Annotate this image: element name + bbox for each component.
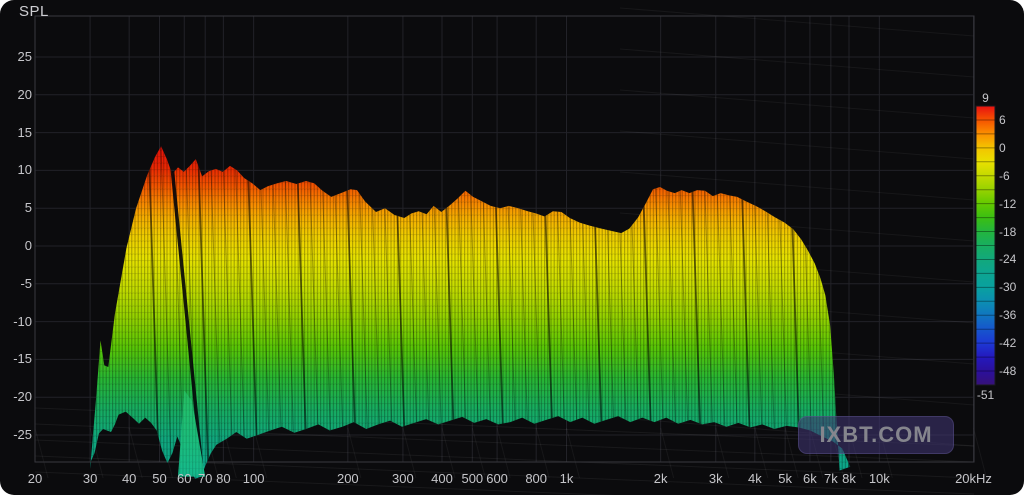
x-tick-label: 50 [152,472,166,486]
x-tick-label: 200 [337,472,359,486]
x-tick-label: 30 [83,472,97,486]
x-tick-label: 8k [842,472,856,486]
x-tick-label: 20 [28,472,42,486]
colorbar-min-label: -51 [977,388,994,402]
x-tick-label: 3k [709,472,723,486]
x-tick-label: 40 [122,472,136,486]
y-tick-label: -10 [4,315,32,329]
y-axis-title: SPL [19,5,49,19]
colorbar-tick-label: -30 [999,280,1016,294]
y-tick-label: -20 [4,390,32,404]
x-tick-label: 80 [216,472,230,486]
x-tick-label: 800 [525,472,547,486]
colorbar-tick-label: 6 [999,113,1006,127]
x-tick-label: 600 [486,472,508,486]
y-tick-label: -15 [4,352,32,366]
spectrogram-panel: SPL 2520151050-5-10-15-20-25203040506070… [0,0,1024,495]
colorbar-tick-label: -24 [999,252,1016,266]
y-tick-label: -25 [4,428,32,442]
watermark-text: IXBT.COM [819,422,932,448]
x-tick-label: 100 [243,472,265,486]
colorbar-tick-label: -48 [999,364,1016,378]
colorbar-tick-label: -18 [999,225,1016,239]
x-tick-label: 7k [824,472,838,486]
colorbar-tick-label: -6 [999,169,1010,183]
x-tick-label: 300 [392,472,414,486]
y-tick-label: 25 [4,50,32,64]
x-tick-label: 5k [778,472,792,486]
x-tick-label: 2k [654,472,668,486]
ixbt-watermark: IXBT.COM [798,416,954,454]
colorbar-tick-label: -42 [999,336,1016,350]
x-tick-label: 400 [431,472,453,486]
colorbar-tick-label: 0 [999,141,1006,155]
colorbar-max-label: 9 [982,91,989,105]
x-tick-label: 10k [869,472,890,486]
x-tick-label: 500 [461,472,483,486]
y-tick-label: -5 [4,277,32,291]
colorbar-tick-label: -12 [999,197,1016,211]
y-tick-label: 5 [4,201,32,215]
x-tick-label: 4k [748,472,762,486]
x-tick-label: 20kHz [955,472,992,486]
colorbar-tick-label: -36 [999,308,1016,322]
x-tick-label: 1k [560,472,574,486]
x-tick-label: 70 [198,472,212,486]
y-tick-label: 20 [4,88,32,102]
y-tick-label: 0 [4,239,32,253]
y-tick-label: 10 [4,163,32,177]
x-tick-label: 6k [803,472,817,486]
y-tick-label: 15 [4,126,32,140]
x-tick-label: 60 [177,472,191,486]
